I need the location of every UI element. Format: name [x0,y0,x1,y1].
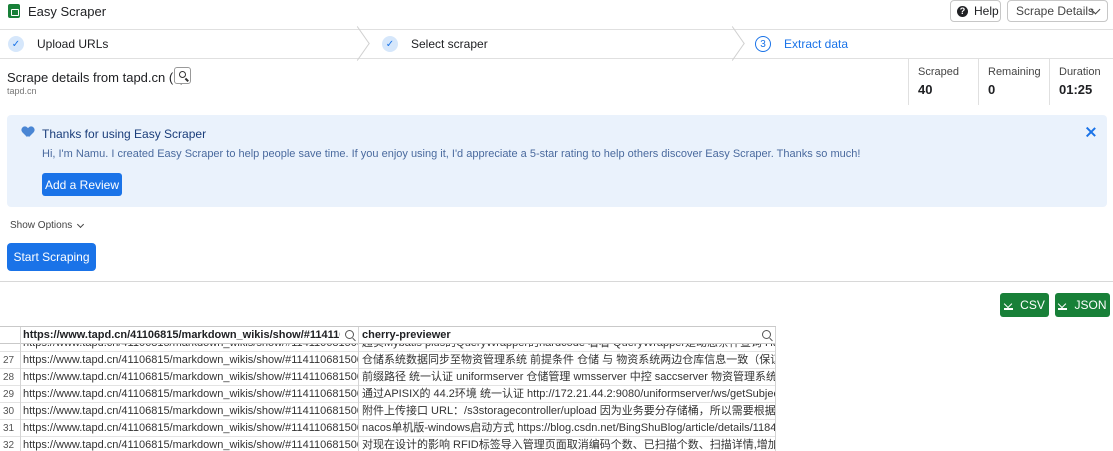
heart-icon [22,127,34,138]
add-review-button[interactable]: Add a Review [42,173,122,196]
search-icon [179,71,186,78]
stat-value: 40 [918,82,933,97]
step-separator [347,29,367,59]
help-button[interactable]: ? Help [950,0,1001,22]
column-header-url[interactable]: https://www.tapd.cn/41106815/markdown_wi… [20,327,340,343]
export-json-button[interactable]: JSON [1055,293,1110,317]
results-table: https://www.tapd.cn/41106815/markdown_wi… [0,326,776,451]
banner-title: Thanks for using Easy Scraper [42,127,207,141]
table-row: 29 https://www.tapd.cn/41106815/markdown… [0,386,776,403]
table-row: 30 https://www.tapd.cn/41106815/markdown… [0,403,776,420]
show-options-toggle[interactable]: Show Options [10,220,85,231]
search-icon[interactable] [762,330,771,339]
scrape-details-title: Scrape details from tapd.cn (1) [7,70,185,85]
table-row: 27 https://www.tapd.cn/41106815/markdown… [0,352,776,369]
question-icon: ? [957,5,968,17]
chevron-down-icon [77,220,85,228]
check-icon: ✓ [382,36,398,52]
progress-steps: ✓ Upload URLs ✓ Select scraper 3 Extract… [0,29,1113,59]
url-cell: https://www.tapd.cn/41106815/markdown_wi… [23,422,358,434]
column-divider [775,327,776,451]
stat-label: Remaining [988,66,1041,78]
url-cell: https://www.tapd.cn/41106815/markdown_wi… [23,354,358,366]
app-title: Easy Scraper [28,4,107,19]
table-row: 32 https://www.tapd.cn/41106815/markdown… [0,437,776,451]
check-icon: ✓ [8,36,24,52]
content-cell: 前缀路径 统一认证 uniformserver 仓储管理 wmsserver 中… [362,371,776,383]
thanks-banner: Thanks for using Easy Scraper Hi, I'm Na… [7,115,1107,207]
show-options-label: Show Options [10,220,73,231]
content-cell: 对现在设计的影响 RFID标签导入管理页面取消编码个数、已扫描个数、扫描详情,增… [362,439,776,451]
row-index: 27 [3,355,15,366]
close-icon[interactable] [1085,126,1097,138]
stat-value: 0 [988,82,996,97]
row-index: 29 [3,389,15,400]
easy-scraper-logo-icon [8,4,20,18]
scrape-details-label: Scrape Details [1016,4,1095,18]
row-index: 30 [3,406,15,417]
content-cell: 通过APISIX的 44.2环境 统一认证 http://172.21.44.2… [362,388,776,400]
banner-text: Hi, I'm Namu. I created Easy Scraper to … [42,148,861,160]
search-icon[interactable] [345,330,354,339]
table-row: 31 https://www.tapd.cn/41106815/markdown… [0,420,776,437]
step-extract-data[interactable]: 3 Extract data [755,30,848,58]
csv-label: CSV [1020,298,1045,312]
step-label: Upload URLs [37,37,109,51]
row-index: 28 [3,372,15,383]
stat-duration: Duration 01:25 [1049,59,1113,105]
row-index: 32 [3,440,15,451]
column-divider [20,327,21,451]
step-number: 3 [755,36,771,52]
download-icon [1004,301,1014,310]
stat-value: 01:25 [1059,82,1093,97]
json-label: JSON [1074,298,1107,312]
url-cell: https://www.tapd.cn/41106815/markdown_wi… [23,388,358,400]
export-csv-button[interactable]: CSV [1000,293,1049,317]
column-divider [358,327,359,451]
table-header: https://www.tapd.cn/41106815/markdown_wi… [0,327,776,344]
content-cell: nacos单机版-windows启动方式 https://blog.csdn.n… [362,422,776,434]
stat-label: Scraped [918,66,959,78]
step-label: Extract data [784,37,849,51]
column-header-content[interactable]: cherry-previewer [359,327,754,343]
search-button[interactable] [174,67,191,84]
stat-scraped: Scraped 40 [908,59,978,105]
download-icon [1058,301,1068,310]
url-cell: https://www.tapd.cn/41106815/markdown_wi… [23,439,358,451]
help-label: Help [974,4,999,18]
url-cell: https://www.tapd.cn/41106815/markdown_wi… [23,405,358,417]
section-divider [0,281,1113,282]
content-cell: 附件上传接口 URL：/s3storagecontroller/upload 因… [362,405,776,417]
scrape-details-dropdown[interactable]: Scrape Details [1007,0,1108,22]
url-cell: https://www.tapd.cn/41106815/markdown_wi… [23,371,358,383]
scrape-domain: tapd.cn [7,86,37,96]
step-upload-urls[interactable]: ✓ Upload URLs [8,30,108,58]
stat-remaining: Remaining 0 [978,59,1049,105]
start-scraping-button[interactable]: Start Scraping [7,243,96,271]
step-separator [722,29,742,59]
table-row: 28 https://www.tapd.cn/41106815/markdown… [0,369,776,386]
stat-label: Duration [1059,66,1101,78]
content-cell: 仓储系统数据同步至物资管理系统 前提条件 仓储 与 物资系统两边仓库信息一致（保… [362,354,776,366]
step-select-scraper[interactable]: ✓ Select scraper [382,30,488,58]
scrape-stats: Scraped 40 Remaining 0 Duration 01:25 [908,59,1113,105]
row-index: 31 [3,423,15,434]
app-header: Easy Scraper ? Help Scrape Details [0,0,1113,24]
step-label: Select scraper [411,37,488,51]
